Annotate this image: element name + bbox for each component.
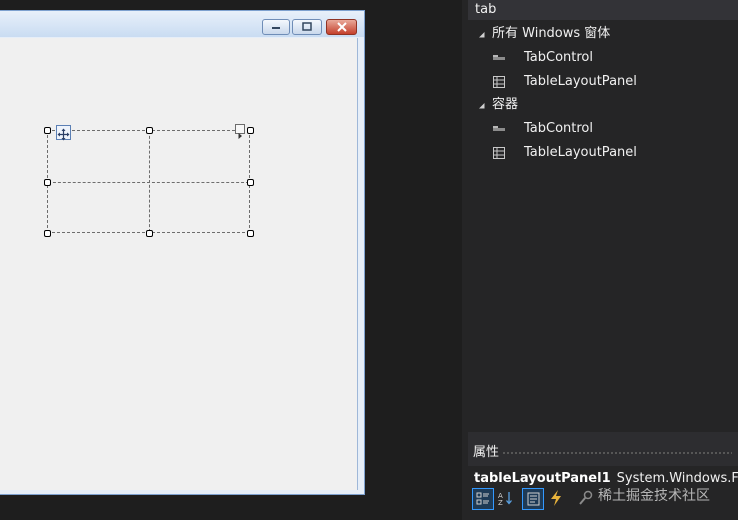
toolbox-item-tablelayoutpanel[interactable]: TableLayoutPanel [468, 141, 738, 165]
toolbox-item-label: TableLayoutPanel [524, 74, 637, 89]
row-divider [48, 182, 249, 183]
svg-text:Z: Z [498, 499, 503, 507]
group-label: 所有 Windows 窗体 [492, 26, 611, 41]
property-pages-button[interactable] [576, 488, 598, 510]
object-type: System.Windows.Forms.TableLayoutPanel [616, 471, 738, 486]
form-designer-surface[interactable] [0, 0, 462, 520]
object-name: tableLayoutPanel1 [474, 471, 611, 486]
drag-grip[interactable] [502, 451, 732, 455]
tablelayoutpanel-icon [493, 76, 505, 88]
toolbox-item-label: TabControl [524, 121, 593, 136]
resize-handle-top[interactable] [146, 127, 153, 134]
resize-handle-top-left[interactable] [44, 127, 51, 134]
resize-handle-bottom-right[interactable] [247, 230, 254, 237]
toolbox-item-tabcontrol[interactable]: TabControl [468, 117, 738, 141]
toolbox-item-tabcontrol[interactable]: TabControl [468, 46, 738, 70]
properties-panel: 属性 tableLayoutPanel1 System.Windows.Forms… [468, 432, 738, 520]
toolbox-item-label: TabControl [524, 50, 593, 65]
categorized-button[interactable] [472, 488, 494, 510]
form-titlebar[interactable] [0, 11, 364, 37]
resize-handle-left[interactable] [44, 179, 51, 186]
properties-button[interactable] [522, 488, 544, 510]
properties-icon [527, 492, 540, 506]
toolbox-group-containers[interactable]: 容器 [468, 93, 738, 117]
close-button[interactable] [326, 19, 357, 35]
table-layout-panel[interactable] [47, 130, 250, 233]
toolbox-item-tablelayoutpanel[interactable]: TableLayoutPanel [468, 70, 738, 94]
move-handle[interactable] [56, 125, 71, 141]
property-pages-icon [579, 490, 593, 505]
maximize-icon [302, 22, 312, 31]
tabcontrol-icon [493, 55, 505, 60]
chevron-down-icon [479, 32, 485, 38]
resize-handle-bottom-left[interactable] [44, 230, 51, 237]
tablelayoutpanel-icon [493, 147, 505, 159]
alphabetical-icon: A Z [498, 492, 512, 507]
toolbox-search-input[interactable]: tab [468, 0, 738, 20]
events-icon [551, 490, 561, 506]
alphabetical-button[interactable]: A Z [496, 488, 518, 510]
toolbox-group-all-windows-forms[interactable]: 所有 Windows 窗体 [468, 22, 738, 46]
smart-tag-button[interactable] [235, 124, 245, 139]
smart-tag-arrow-icon [238, 133, 242, 139]
categorized-icon [476, 492, 489, 505]
tabcontrol-icon [493, 126, 505, 131]
toolbox-panel: tab 所有 Windows 窗体 TabControl TableLayout… [468, 0, 738, 432]
group-label: 容器 [492, 97, 519, 112]
properties-title: 属性 [473, 445, 500, 460]
chevron-down-icon [479, 103, 485, 109]
toolbox-item-label: TableLayoutPanel [524, 145, 637, 160]
properties-header[interactable]: 属性 [468, 432, 738, 466]
form-window[interactable] [0, 10, 365, 495]
minimize-icon [272, 27, 280, 29]
resize-handle-bottom[interactable] [146, 230, 153, 237]
maximize-button[interactable] [292, 19, 322, 35]
form-client-area[interactable] [0, 38, 358, 490]
minimize-button[interactable] [262, 19, 290, 35]
watermark-text: 稀土掘金技术社区 [598, 488, 710, 504]
resize-handle-right[interactable] [247, 179, 254, 186]
move-arrows-icon [57, 128, 70, 141]
events-button[interactable] [546, 488, 568, 510]
close-icon [336, 22, 347, 32]
resize-handle-top-right[interactable] [247, 127, 254, 134]
